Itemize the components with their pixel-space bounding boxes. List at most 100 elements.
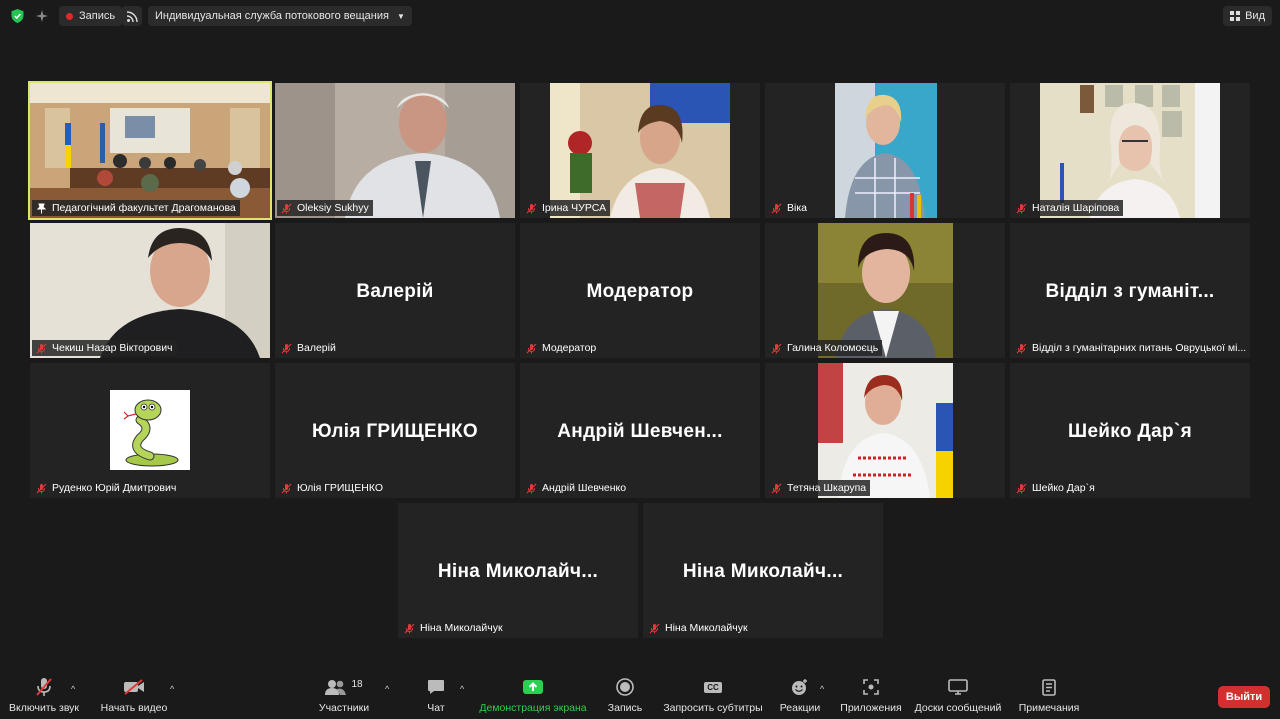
streaming-service-dropdown[interactable]: Индивидуальная служба потокового вещания… — [148, 6, 412, 26]
recording-indicator[interactable]: Запись — [59, 6, 123, 26]
request-captions-button[interactable]: CC Запросить субтитры — [662, 672, 764, 719]
video-tile[interactable]: Наталія Шаріпова — [1010, 83, 1250, 218]
grid-view-icon — [1230, 11, 1241, 21]
request-captions-label: Запросить субтитры — [663, 702, 763, 714]
whiteboards-label: Доски сообщений — [914, 702, 1002, 714]
video-tile[interactable]: Ірина ЧУРСА — [520, 83, 760, 218]
notes-label: Примечания — [1018, 702, 1080, 714]
start-video-button[interactable]: Начать видео — [100, 672, 168, 719]
video-tile[interactable]: Шейко Дар`я Шейко Дар`я — [1010, 363, 1250, 498]
mic-muted-icon — [526, 203, 537, 213]
share-screen-button[interactable]: Демонстрация экрана — [478, 672, 588, 719]
chat-button[interactable]: Чат — [418, 672, 454, 719]
participant-video — [550, 83, 730, 218]
participant-name: Oleksiy Sukhyy — [297, 202, 369, 214]
mic-muted-icon — [649, 623, 660, 633]
video-tile[interactable]: Галина Коломоєць — [765, 223, 1005, 358]
start-video-label: Начать видео — [100, 702, 168, 714]
share-screen-icon — [523, 672, 543, 702]
mic-muted-icon — [526, 483, 537, 493]
video-tile[interactable]: Модератор Модератор — [520, 223, 760, 358]
participant-name: Шейко Дар`я — [1032, 482, 1095, 494]
participant-name: Відділ з гуманітарних питань Овруцької м… — [1032, 342, 1247, 354]
video-tile[interactable]: Відділ з гуманіт... Відділ з гуманітарни… — [1010, 223, 1250, 358]
video-tile[interactable]: Oleksiy Sukhyy — [275, 83, 515, 218]
security-shield-icon[interactable] — [8, 6, 26, 26]
participant-name-label: Юлія ГРИЩЕНКО — [277, 480, 388, 496]
mic-muted-icon — [35, 672, 53, 702]
video-options-chevron-icon[interactable]: ^ — [170, 684, 174, 694]
participant-display-name: Валерій — [356, 281, 434, 302]
participant-name-label: Відділ з гуманітарних питань Овруцької м… — [1012, 340, 1248, 356]
mic-muted-icon — [36, 343, 47, 353]
notes-button[interactable]: Примечания — [1014, 672, 1084, 719]
ai-companion-icon[interactable] — [33, 6, 51, 26]
reactions-options-chevron-icon[interactable]: ^ — [820, 684, 824, 694]
mic-muted-icon — [771, 483, 782, 493]
participants-button[interactable]: 18 Участники — [316, 672, 372, 719]
video-tile[interactable]: Віка — [765, 83, 1005, 218]
chat-options-chevron-icon[interactable]: ^ — [460, 684, 464, 694]
mic-muted-icon — [526, 343, 537, 353]
participant-name: Чекиш Назар Вікторович — [52, 342, 173, 354]
pin-icon — [36, 203, 47, 213]
streaming-service-label: Индивидуальная служба потокового вещания — [155, 10, 389, 22]
meeting-top-bar: Запись Индивидуальная служба потокового … — [0, 0, 1280, 34]
audio-options-chevron-icon[interactable]: ^ — [71, 684, 75, 694]
participant-name: Модератор — [542, 342, 597, 354]
live-stream-icon[interactable] — [122, 6, 142, 26]
video-tile[interactable]: Руденко Юрій Дмитрович — [30, 363, 270, 498]
participant-name: Ірина ЧУРСА — [542, 202, 607, 214]
reactions-button[interactable]: Реакции — [778, 672, 822, 719]
participant-name: Наталія Шаріпова — [1032, 202, 1120, 214]
mic-muted-icon — [771, 203, 782, 213]
view-button[interactable]: Вид — [1223, 6, 1272, 26]
record-icon — [616, 672, 634, 702]
participant-name-label: Педагогічний факультет Драгоманова — [32, 200, 240, 216]
whiteboards-button[interactable]: Доски сообщений — [912, 672, 1004, 719]
chat-label: Чат — [427, 702, 445, 714]
video-tile[interactable]: Ніна Миколайч... Ніна Миколайчук — [398, 503, 638, 638]
share-screen-label: Демонстрация экрана — [479, 702, 587, 714]
participant-name-label: Ніна Миколайчук — [400, 620, 507, 636]
record-label: Запись — [607, 702, 643, 714]
participant-display-name: Юлія ГРИЩЕНКО — [312, 421, 478, 442]
snake-avatar-image — [110, 390, 190, 470]
video-tile[interactable]: Валерій Валерій — [275, 223, 515, 358]
participant-avatar-photo — [818, 363, 953, 498]
video-tile[interactable]: Чекиш Назар Вікторович — [30, 223, 270, 358]
recording-dot-icon — [66, 12, 73, 20]
participant-name-label: Oleksiy Sukhyy — [277, 200, 373, 216]
mic-muted-icon — [281, 203, 292, 213]
participant-video — [1040, 83, 1220, 218]
participant-name: Віка — [787, 202, 808, 214]
apps-button[interactable]: Приложения — [838, 672, 904, 719]
video-tile[interactable]: Педагогічний факультет Драгоманова — [28, 81, 272, 220]
unmute-label: Включить звук — [8, 702, 80, 714]
participants-count: 18 — [351, 678, 363, 690]
participant-name-label: Шейко Дар`я — [1012, 480, 1099, 496]
participant-video — [835, 83, 937, 218]
participant-display-name: Ніна Миколайч... — [682, 561, 844, 582]
mic-muted-icon — [281, 343, 292, 353]
record-button[interactable]: Запись — [604, 672, 646, 719]
unmute-button[interactable]: Включить звук — [6, 672, 82, 719]
video-tile[interactable]: Юлія ГРИЩЕНКО Юлія ГРИЩЕНКО — [275, 363, 515, 498]
video-tile[interactable]: Андрій Шевчен... Андрій Шевченко — [520, 363, 760, 498]
mic-muted-icon — [281, 483, 292, 493]
video-tile[interactable]: Ніна Миколайч... Ніна Миколайчук — [643, 503, 883, 638]
chevron-down-icon: ▼ — [396, 11, 405, 21]
participants-icon: 18 — [325, 672, 363, 702]
participants-options-chevron-icon[interactable]: ^ — [385, 684, 389, 694]
participant-display-name: Андрій Шевчен... — [557, 421, 723, 442]
participant-name-label: Ніна Миколайчук — [645, 620, 752, 636]
participant-name-label: Модератор — [522, 340, 601, 356]
participant-video — [30, 83, 270, 218]
participant-avatar-photo — [818, 223, 953, 358]
video-tile[interactable]: Тетяна Шкарупа — [765, 363, 1005, 498]
participants-label: Участники — [318, 702, 370, 714]
mic-muted-icon — [36, 483, 47, 493]
leave-meeting-button[interactable]: Выйти — [1218, 686, 1270, 708]
participant-name-label: Чекиш Назар Вікторович — [32, 340, 177, 356]
participant-name: Валерій — [297, 342, 336, 354]
